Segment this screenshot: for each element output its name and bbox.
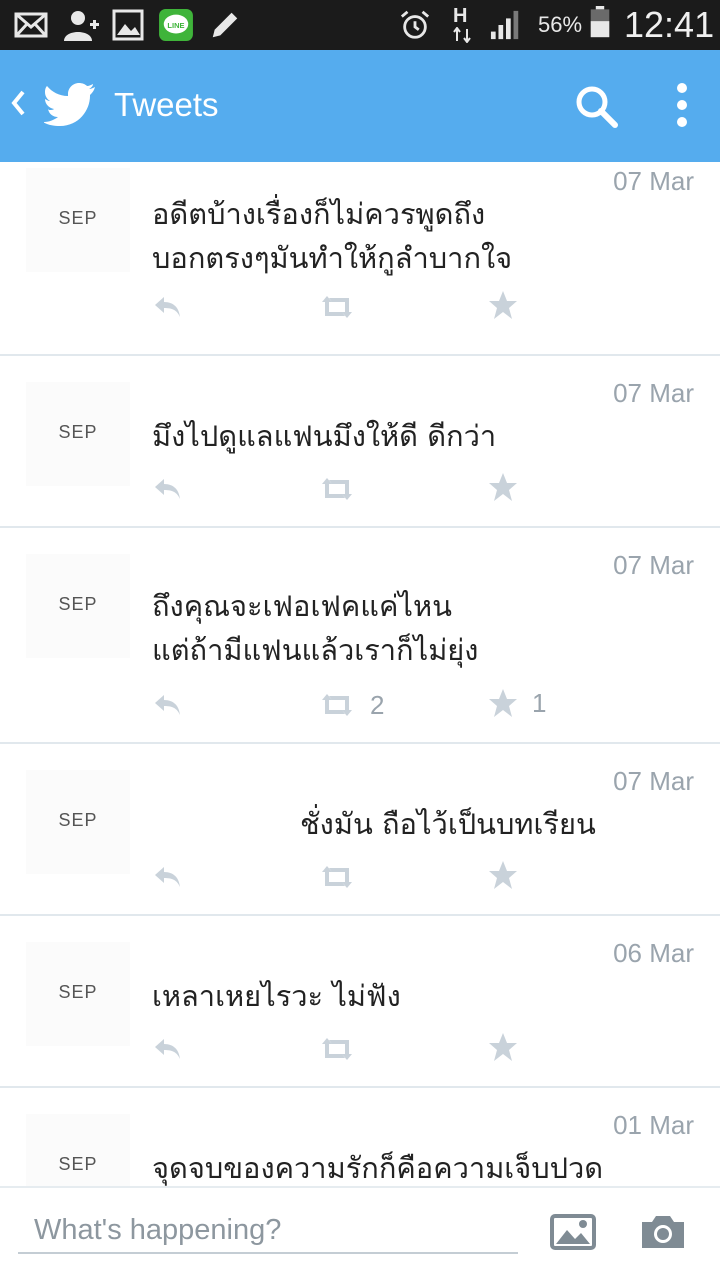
reply-button[interactable] bbox=[152, 292, 182, 322]
favorite-button[interactable]: 1 bbox=[488, 688, 546, 718]
tweet-text: จุดจบของความรักก็คือความเจ็บปวด bbox=[152, 1151, 604, 1185]
tweet-date: 07 Mar bbox=[613, 766, 694, 796]
retweet-icon bbox=[322, 866, 352, 888]
star-icon bbox=[489, 291, 517, 319]
battery-percentage: 56% bbox=[538, 12, 583, 37]
camera-icon[interactable] bbox=[640, 1214, 686, 1250]
avatar-label: SEP bbox=[58, 422, 98, 442]
overflow-menu-icon[interactable] bbox=[676, 82, 688, 128]
signal-icon bbox=[490, 10, 519, 40]
twitter-bird-icon[interactable] bbox=[44, 82, 96, 126]
retweet-icon bbox=[322, 478, 352, 500]
pencil-icon bbox=[212, 12, 238, 38]
tweet-item[interactable]: SEP 07 Mar อดีตบ้างเรื่องก็ไม่ควรพูดถึง … bbox=[0, 162, 720, 356]
avatar-label: SEP bbox=[58, 1154, 98, 1174]
tweet-date: 07 Mar bbox=[613, 550, 694, 580]
back-chevron-icon[interactable] bbox=[10, 88, 26, 118]
reply-icon bbox=[155, 695, 180, 715]
retweet-count: 2 bbox=[370, 689, 385, 720]
tweet-text: เหลาเหยไรวะ ไม่ฟัง bbox=[152, 979, 401, 1013]
tweet-item[interactable]: SEP 07 Mar ชั่งมัน ถือไว้เป็นบทเรียน bbox=[0, 744, 720, 916]
status-bar: LINE H 56% 12:41 bbox=[0, 0, 720, 50]
star-icon bbox=[489, 1033, 517, 1061]
reply-icon bbox=[155, 867, 180, 887]
tweet-date: 01 Mar bbox=[613, 1110, 694, 1140]
tweet-item[interactable]: SEP 07 Mar มึงไปดูแลแฟนมึงให้ดี ดีกว่า bbox=[0, 356, 720, 528]
tweet-list[interactable]: SEP 07 Mar อดีตบ้างเรื่องก็ไม่ควรพูดถึง … bbox=[0, 162, 720, 1186]
alarm-icon bbox=[400, 10, 430, 39]
retweet-button[interactable]: 2 bbox=[318, 690, 384, 720]
favorite-count: 1 bbox=[532, 687, 547, 718]
reply-button[interactable] bbox=[152, 862, 182, 892]
image-icon[interactable] bbox=[550, 1214, 596, 1250]
avatar[interactable]: SEP bbox=[26, 554, 130, 658]
reply-button[interactable] bbox=[152, 474, 182, 504]
tweet-date: 07 Mar bbox=[613, 378, 694, 408]
tweet-item[interactable]: SEP 06 Mar เหลาเหยไรวะ ไม่ฟัง bbox=[0, 916, 720, 1088]
avatar[interactable]: SEP bbox=[26, 770, 130, 874]
retweet-icon bbox=[322, 1038, 352, 1060]
avatar[interactable]: SEP bbox=[26, 168, 130, 272]
app-bar: Tweets bbox=[0, 50, 720, 162]
tweet-text: ถึงคุณจะเฟอเฟคแค่ไหน แต่ถ้ามีแฟนแล้วเราก… bbox=[152, 589, 479, 667]
reply-button[interactable] bbox=[152, 1034, 182, 1064]
tweet-text: อดีตบ้างเรื่องก็ไม่ควรพูดถึง บอกตรงๆมันท… bbox=[152, 197, 513, 275]
avatar-label: SEP bbox=[58, 208, 98, 228]
page-title: Tweets bbox=[114, 86, 219, 123]
reply-icon bbox=[155, 1039, 180, 1059]
avatar-label: SEP bbox=[58, 594, 98, 614]
avatar-label: SEP bbox=[58, 810, 98, 830]
clock: 12:41 bbox=[624, 4, 715, 45]
favorite-button[interactable] bbox=[488, 290, 532, 320]
compose-bar bbox=[0, 1186, 720, 1280]
add-contact-icon bbox=[64, 11, 99, 41]
tweet-item[interactable]: SEP 07 Mar ถึงคุณจะเฟอเฟคแค่ไหน แต่ถ้ามี… bbox=[0, 528, 720, 744]
star-icon bbox=[489, 861, 517, 889]
svg-text:LINE: LINE bbox=[167, 21, 184, 30]
hspa-data-icon: H bbox=[450, 5, 474, 45]
reply-button[interactable] bbox=[152, 690, 182, 720]
line-app-icon: LINE bbox=[159, 9, 193, 41]
battery-icon bbox=[590, 6, 610, 38]
tweet-date: 07 Mar bbox=[613, 166, 694, 196]
compose-input[interactable] bbox=[18, 1208, 518, 1254]
star-icon bbox=[489, 689, 517, 717]
retweet-button[interactable] bbox=[318, 862, 370, 892]
favorite-button[interactable] bbox=[488, 472, 532, 502]
avatar[interactable]: SEP bbox=[26, 1114, 130, 1186]
retweet-icon bbox=[322, 296, 352, 318]
retweet-button[interactable] bbox=[318, 1034, 370, 1064]
tweet-text: ชั่งมัน ถือไว้เป็นบทเรียน bbox=[300, 807, 596, 841]
tweet-text: มึงไปดูแลแฟนมึงให้ดี ดีกว่า bbox=[152, 419, 497, 453]
mail-icon bbox=[14, 12, 48, 38]
favorite-button[interactable] bbox=[488, 860, 532, 890]
avatar[interactable]: SEP bbox=[26, 942, 130, 1046]
avatar-label: SEP bbox=[58, 982, 98, 1002]
reply-icon bbox=[155, 297, 180, 317]
favorite-button[interactable] bbox=[488, 1032, 532, 1062]
search-icon[interactable] bbox=[574, 84, 620, 130]
tweet-item[interactable]: SEP 01 Mar จุดจบของความรักก็คือความเจ็บป… bbox=[0, 1088, 720, 1186]
retweet-button[interactable] bbox=[318, 292, 370, 322]
star-icon bbox=[489, 473, 517, 501]
avatar[interactable]: SEP bbox=[26, 382, 130, 486]
gallery-icon bbox=[112, 9, 144, 41]
reply-icon bbox=[155, 479, 180, 499]
tweet-date: 06 Mar bbox=[613, 938, 694, 968]
retweet-icon bbox=[322, 694, 352, 716]
retweet-button[interactable] bbox=[318, 474, 370, 504]
